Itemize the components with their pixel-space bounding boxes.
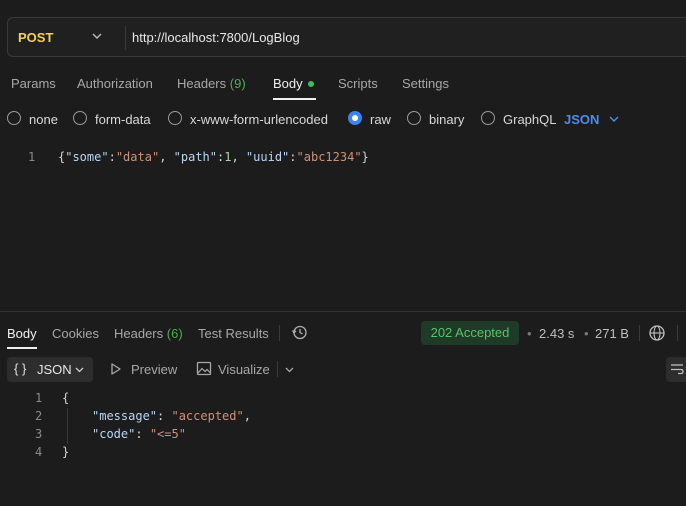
radio-graphql-label[interactable]: GraphQL	[503, 112, 556, 127]
url-bar: POST http://localhost:7800/LogBlog	[7, 17, 686, 57]
toolbar-divider	[277, 361, 278, 377]
globe-icon[interactable]	[648, 324, 666, 342]
tab-authorization[interactable]: Authorization	[77, 76, 153, 91]
tab-scripts[interactable]: Scripts	[338, 76, 378, 91]
chevron-down-icon[interactable]	[90, 29, 104, 43]
response-tab-test-results[interactable]: Test Results	[198, 326, 269, 341]
url-divider	[125, 26, 126, 50]
radio-binary-label[interactable]: binary	[429, 112, 464, 127]
chevron-down-icon	[75, 367, 84, 373]
headers-count: (9)	[229, 76, 246, 91]
meta-separator: •	[527, 326, 532, 341]
radio-none[interactable]	[7, 111, 21, 125]
response-tab-headers[interactable]: Headers (6)	[114, 326, 183, 341]
play-icon[interactable]	[109, 362, 122, 376]
braces-icon: { }	[14, 361, 27, 376]
preview-button[interactable]: Preview	[131, 362, 177, 377]
indent-guide	[67, 408, 68, 444]
tab-body-label: Body	[273, 76, 303, 91]
history-icon[interactable]	[291, 324, 308, 341]
radio-binary[interactable]	[407, 111, 421, 125]
response-format-label: JSON	[37, 362, 72, 377]
line-number: 2	[35, 409, 43, 423]
method-select[interactable]: POST	[18, 30, 53, 45]
line-number: 1	[35, 391, 43, 405]
tab-body[interactable]: Body	[273, 76, 314, 91]
response-size[interactable]: 271 B	[595, 326, 629, 341]
chevron-down-icon[interactable]	[284, 364, 295, 375]
toolbar-divider	[279, 325, 280, 341]
radio-form-data[interactable]	[73, 111, 87, 125]
response-time[interactable]: 2.43 s	[539, 326, 574, 341]
pane-divider[interactable]	[0, 311, 686, 312]
radio-raw[interactable]	[348, 111, 362, 125]
response-code-line: "code": "<=5"	[92, 427, 186, 441]
radio-graphql[interactable]	[481, 111, 495, 125]
radio-raw-label[interactable]: raw	[370, 112, 391, 127]
line-number: 1	[28, 150, 36, 164]
tab-headers-label: Headers	[177, 76, 227, 91]
body-format-select[interactable]: JSON	[564, 112, 599, 127]
tab-params[interactable]: Params	[11, 76, 56, 91]
wrap-icon	[671, 364, 684, 375]
response-format-select[interactable]: { } JSON	[7, 357, 93, 382]
url-input[interactable]: http://localhost:7800/LogBlog	[132, 30, 300, 45]
meta-divider	[677, 325, 678, 341]
tab-headers[interactable]: Headers (9)	[177, 76, 246, 91]
response-code-line: }	[62, 445, 70, 459]
radio-none-label[interactable]: none	[29, 112, 58, 127]
radio-urlencoded-label[interactable]: x-www-form-urlencoded	[190, 112, 328, 127]
modified-dot-icon	[307, 80, 314, 87]
response-tab-cookies[interactable]: Cookies	[52, 326, 99, 341]
chevron-down-icon[interactable]	[608, 113, 620, 125]
response-tab-body[interactable]: Body	[7, 326, 37, 341]
visualize-button[interactable]: Visualize	[218, 362, 270, 377]
response-code-line: {	[62, 391, 70, 405]
request-body-editor[interactable]: {"some":"data", "path":1, "uuid":"abc123…	[58, 150, 369, 164]
radio-form-data-label[interactable]: form-data	[95, 112, 151, 127]
line-number: 4	[35, 445, 43, 459]
meta-separator: •	[584, 326, 589, 341]
meta-divider	[639, 325, 640, 341]
line-number: 3	[35, 427, 43, 441]
status-badge[interactable]: 202 Accepted	[421, 321, 519, 345]
tab-settings[interactable]: Settings	[402, 76, 449, 91]
wrap-lines-button[interactable]	[666, 357, 686, 382]
response-headers-count: (6)	[166, 326, 183, 341]
response-code-line: "message": "accepted",	[92, 409, 251, 423]
response-headers-label: Headers	[114, 326, 164, 341]
response-active-tab-indicator	[7, 347, 37, 349]
image-icon[interactable]	[196, 361, 212, 376]
radio-urlencoded[interactable]	[168, 111, 182, 125]
active-tab-indicator	[273, 98, 316, 100]
